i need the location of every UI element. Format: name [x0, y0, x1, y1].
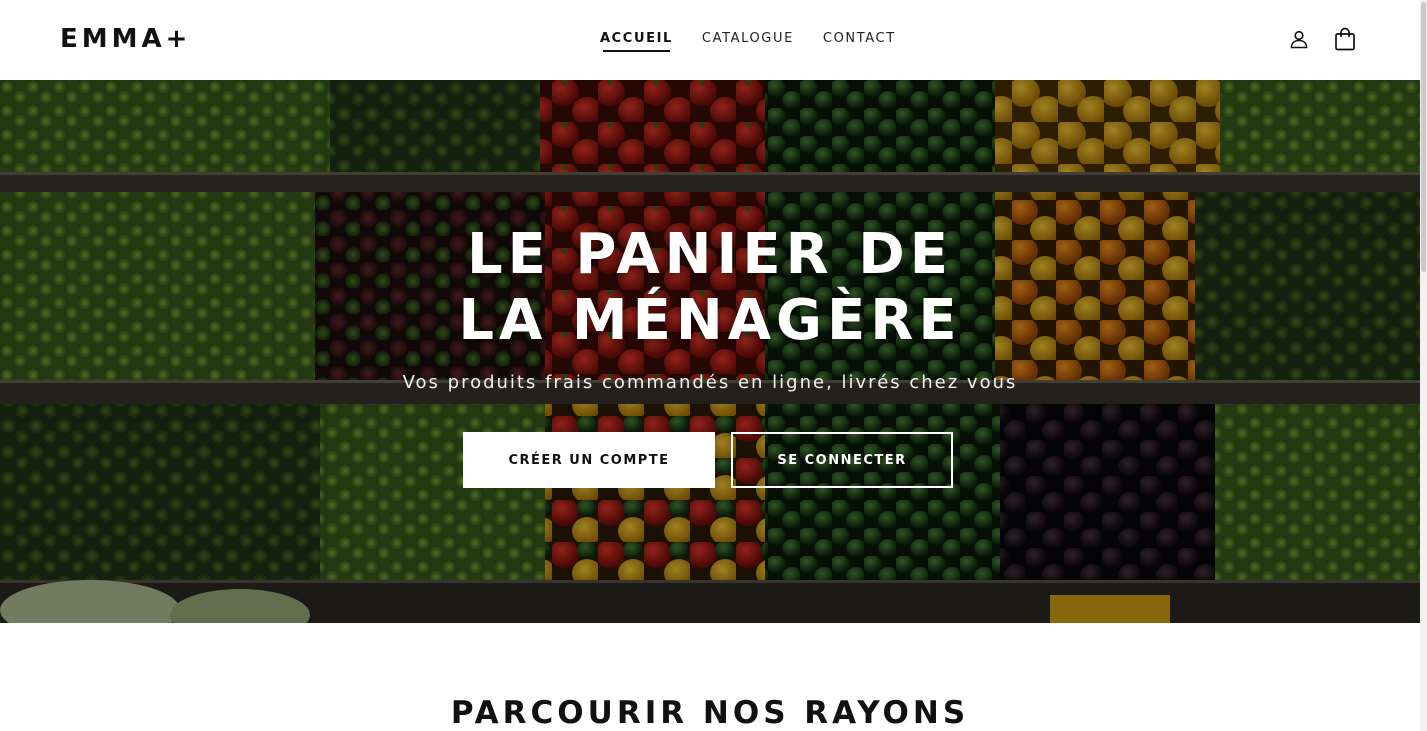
- create-account-button[interactable]: CRÉER UN COMPTE: [463, 432, 715, 488]
- nav-item-catalogue[interactable]: CATALOGUE: [702, 31, 794, 52]
- nav-item-contact[interactable]: CONTACT: [823, 31, 896, 52]
- site-logo[interactable]: EMMA+: [60, 24, 191, 54]
- user-icon[interactable]: [1286, 26, 1312, 52]
- main-nav: ACCUEIL CATALOGUE CONTACT: [600, 31, 896, 52]
- hero-title-text: LE PANIER DE LA MÉNAGÈRE: [458, 222, 962, 353]
- page-scrollbar[interactable]: [1420, 0, 1427, 731]
- shopping-bag-icon[interactable]: [1332, 26, 1358, 52]
- hero-content: LE PANIER DE LA MÉNAGÈRE Vos produits fr…: [0, 80, 1420, 623]
- hero-subtitle: Vos produits frais commandés en ligne, l…: [402, 372, 1018, 393]
- login-button[interactable]: SE CONNECTER: [731, 432, 953, 488]
- hero-title: LE PANIER DE LA MÉNAGÈRE: [0, 222, 1420, 354]
- nav-item-accueil[interactable]: ACCUEIL: [600, 31, 673, 52]
- section-title: PARCOURIR NOS RAYONS: [450, 695, 970, 731]
- site-header: EMMA+ ACCUEIL CATALOGUE CONTACT: [0, 0, 1420, 80]
- scrollbar-thumb[interactable]: [1421, 2, 1426, 272]
- hero-banner: LE PANIER DE LA MÉNAGÈRE Vos produits fr…: [0, 80, 1420, 623]
